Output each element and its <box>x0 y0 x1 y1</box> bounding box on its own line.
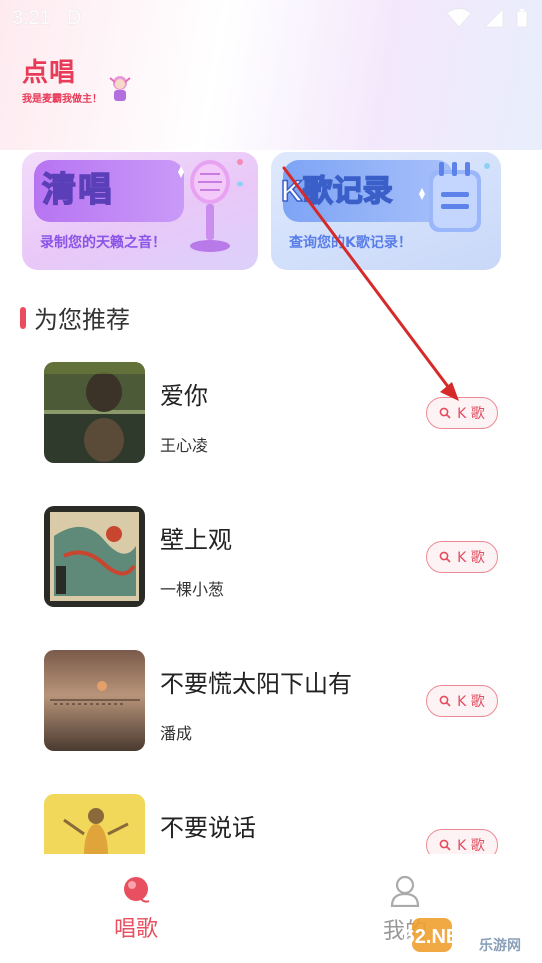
song-artist: 一棵小葱 <box>160 580 225 599</box>
karaoke-button-label: K 歌 <box>457 694 485 710</box>
section-header: 为您推荐 <box>20 300 130 335</box>
tab-sing-label: 唱歌 <box>113 917 158 942</box>
banner-acapella-title: 清唱 <box>41 170 114 210</box>
search-icon <box>439 695 451 707</box>
signal-icon <box>484 8 504 28</box>
song-cover <box>44 362 145 463</box>
wifi-icon <box>446 8 472 28</box>
song-cover <box>44 794 145 854</box>
watermark-main: 962.NET <box>402 926 471 948</box>
karaoke-button[interactable]: K 歌 <box>426 541 498 573</box>
song-cover <box>44 506 145 607</box>
banner-acapella[interactable]: 清唱 录制您的天籁之音！ <box>22 152 258 270</box>
banner-k-record-subtitle: 查询您的K歌记录！ <box>289 235 412 251</box>
list-item[interactable]: 壁上观 一棵小葱 K 歌 <box>0 494 542 614</box>
section-accent-bar <box>20 306 26 329</box>
karaoke-button[interactable]: K 歌 <box>426 829 498 854</box>
site-watermark: 962.NET 乐游网 <box>393 912 542 958</box>
banner-k-record[interactable]: K歌记录 查询您的K歌记录！ <box>271 152 501 270</box>
karaoke-button-label: K 歌 <box>457 838 485 854</box>
search-icon <box>439 839 451 851</box>
status-bar: 3:21 D <box>0 0 542 36</box>
search-icon <box>439 551 451 563</box>
microphone-icon <box>178 159 244 252</box>
song-list[interactable]: 爱你 王心凌 K 歌 壁上观 一棵小葱 K 歌 不要慌太阳下山有 潘成 K 歌 … <box>0 350 542 854</box>
karaoke-button[interactable]: K 歌 <box>426 397 498 429</box>
section-title: 为您推荐 <box>34 306 130 334</box>
list-item[interactable]: 不要说话 K 歌 <box>0 782 542 854</box>
banner-k-record-title: K歌记录 <box>280 174 393 209</box>
song-title: 不要慌太阳下山有 <box>160 670 352 698</box>
karaoke-button[interactable]: K 歌 <box>426 685 498 717</box>
karaoke-button-label: K 歌 <box>457 550 485 566</box>
watermark-sub: 乐游网 <box>479 937 521 954</box>
notebook-icon <box>419 162 490 232</box>
song-cover <box>44 650 145 751</box>
app-logo: 点唱 我是麦霸我做主！ <box>22 58 131 114</box>
search-icon <box>439 407 451 419</box>
song-title: 壁上观 <box>160 526 232 554</box>
list-item[interactable]: 不要慌太阳下山有 潘成 K 歌 <box>0 638 542 758</box>
mascot-icon <box>109 76 131 101</box>
song-artist: 潘成 <box>160 724 193 743</box>
song-title: 不要说话 <box>160 814 256 842</box>
banner-acapella-subtitle: 录制您的天籁之音！ <box>40 235 166 251</box>
sing-tab-icon <box>124 877 150 903</box>
watermark-logo: 962.NET 乐游网 <box>393 918 521 954</box>
karaoke-button-label: K 歌 <box>457 406 485 422</box>
person-icon <box>390 875 420 907</box>
tab-sing[interactable]: 唱歌 <box>76 875 196 945</box>
song-artist: 王心凌 <box>160 436 209 455</box>
notification-icon: D <box>66 6 82 29</box>
list-item[interactable]: 爱你 王心凌 K 歌 <box>0 350 542 470</box>
battery-icon <box>516 9 528 28</box>
song-title: 爱你 <box>160 382 208 410</box>
status-time: 3:21 <box>12 6 51 29</box>
